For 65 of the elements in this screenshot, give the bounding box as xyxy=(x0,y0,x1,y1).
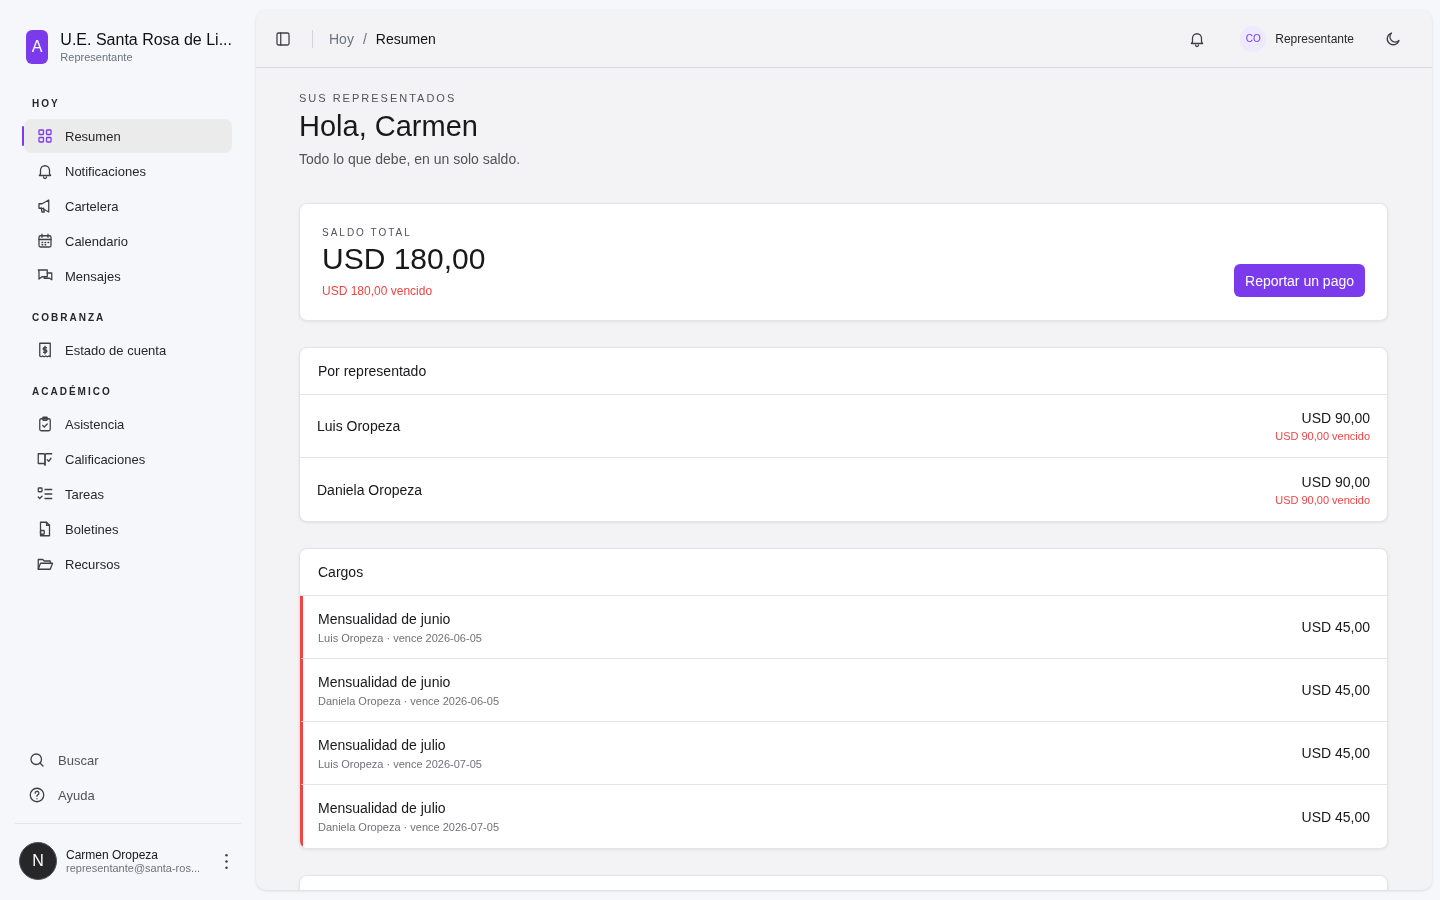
sidebar-item[interactable]: Asistencia xyxy=(24,407,232,441)
amount: USD 45,00 xyxy=(1301,619,1370,635)
amount: USD 45,00 xyxy=(1301,808,1370,825)
overdue-amount: USD 90,00 vencido xyxy=(1275,493,1370,506)
search-icon xyxy=(28,751,46,769)
calendar-icon xyxy=(36,232,54,250)
user-email: representante@santa-ros... xyxy=(66,862,202,874)
sidebar-item[interactable]: Resumen xyxy=(24,119,232,153)
section-label: SUS REPRESENTADOS xyxy=(299,92,458,104)
sidebar-icon xyxy=(274,29,292,48)
logo: A xyxy=(26,30,49,64)
sidebar-item[interactable]: Buscar xyxy=(24,743,232,777)
moon-icon xyxy=(1384,29,1402,48)
receipt-icon xyxy=(36,341,54,359)
charge-title: Mensualidad de junio xyxy=(318,673,452,690)
charge-detail: Luis Oropeza · vence 2026-06-05 xyxy=(318,631,482,644)
charge-detail: Daniela Oropeza · vence 2026-07-05 xyxy=(318,821,499,833)
role-label: Representante xyxy=(60,51,134,63)
charge-detail: Daniela Oropeza · vence 2026-06-05 xyxy=(318,694,499,707)
book-icon xyxy=(36,450,54,468)
amount: USD 90,00 xyxy=(1300,473,1370,490)
user-menu-button[interactable]: CO Representante xyxy=(1240,25,1354,52)
breadcrumb-current: Resumen xyxy=(375,30,436,47)
sidebar-item[interactable]: Notificaciones xyxy=(24,154,232,188)
card-title: Cargos xyxy=(300,549,1387,596)
page-title: Hola, Carmen xyxy=(299,110,479,143)
help-icon xyxy=(28,786,46,804)
charge-title: Mensualidad de julio xyxy=(318,800,447,816)
sidebar-item[interactable]: Calendario xyxy=(24,224,232,258)
sidebar-item[interactable]: Calificaciones xyxy=(24,442,232,476)
breadcrumb-link[interactable]: Hoy xyxy=(329,30,354,47)
amount: USD 45,00 xyxy=(1301,682,1370,698)
breadcrumb-separator: / xyxy=(362,30,367,47)
amount: USD 45,00 xyxy=(1301,745,1370,761)
charge-detail: Luis Oropeza · vence 2026-07-05 xyxy=(318,757,482,770)
balance-amount: USD 180,00 xyxy=(322,242,486,276)
avatar: CO xyxy=(1240,25,1267,52)
sidebar-item[interactable]: Estado de cuenta xyxy=(24,333,232,367)
sidebar-item[interactable]: Ayuda xyxy=(24,778,232,812)
sidebar-item[interactable]: Boletines xyxy=(24,512,232,546)
card-title: Por representado xyxy=(300,348,1387,395)
grid-icon xyxy=(36,127,54,145)
overdue-amount: USD 90,00 vencido xyxy=(1275,430,1370,442)
sidebar-item[interactable]: Recursos xyxy=(24,547,232,581)
student-name: Daniela Oropeza xyxy=(317,481,423,498)
balance-label: SALDO TOTAL xyxy=(322,227,413,238)
report-payment-button[interactable]: Reportar un pago xyxy=(1234,264,1365,297)
section-heading: HOY xyxy=(32,98,61,109)
page-subtitle: Todo lo que debe, en un solo saldo. xyxy=(299,151,522,167)
charge-title: Mensualidad de junio xyxy=(318,610,452,627)
bell-icon xyxy=(36,162,54,180)
avatar: N xyxy=(19,842,57,880)
amount: USD 90,00 xyxy=(1300,410,1370,426)
sidebar-item[interactable]: Mensajes xyxy=(24,259,232,293)
sidebar-item[interactable]: Cartelera xyxy=(24,189,232,223)
section-heading: COBRANZA xyxy=(32,312,107,323)
user-name: Carmen Oropeza xyxy=(66,848,160,862)
school-name: U.E. Santa Rosa de Li... xyxy=(60,31,232,49)
student-name: Luis Oropeza xyxy=(317,418,401,434)
overdue-amount: USD 180,00 vencido xyxy=(322,284,434,298)
sidebar-item[interactable]: Tareas xyxy=(24,477,232,511)
charge-title: Mensualidad de julio xyxy=(318,736,447,753)
kebab-icon xyxy=(225,853,228,869)
section-heading: ACADÉMICO xyxy=(32,386,113,397)
clipboard-icon xyxy=(36,415,54,433)
